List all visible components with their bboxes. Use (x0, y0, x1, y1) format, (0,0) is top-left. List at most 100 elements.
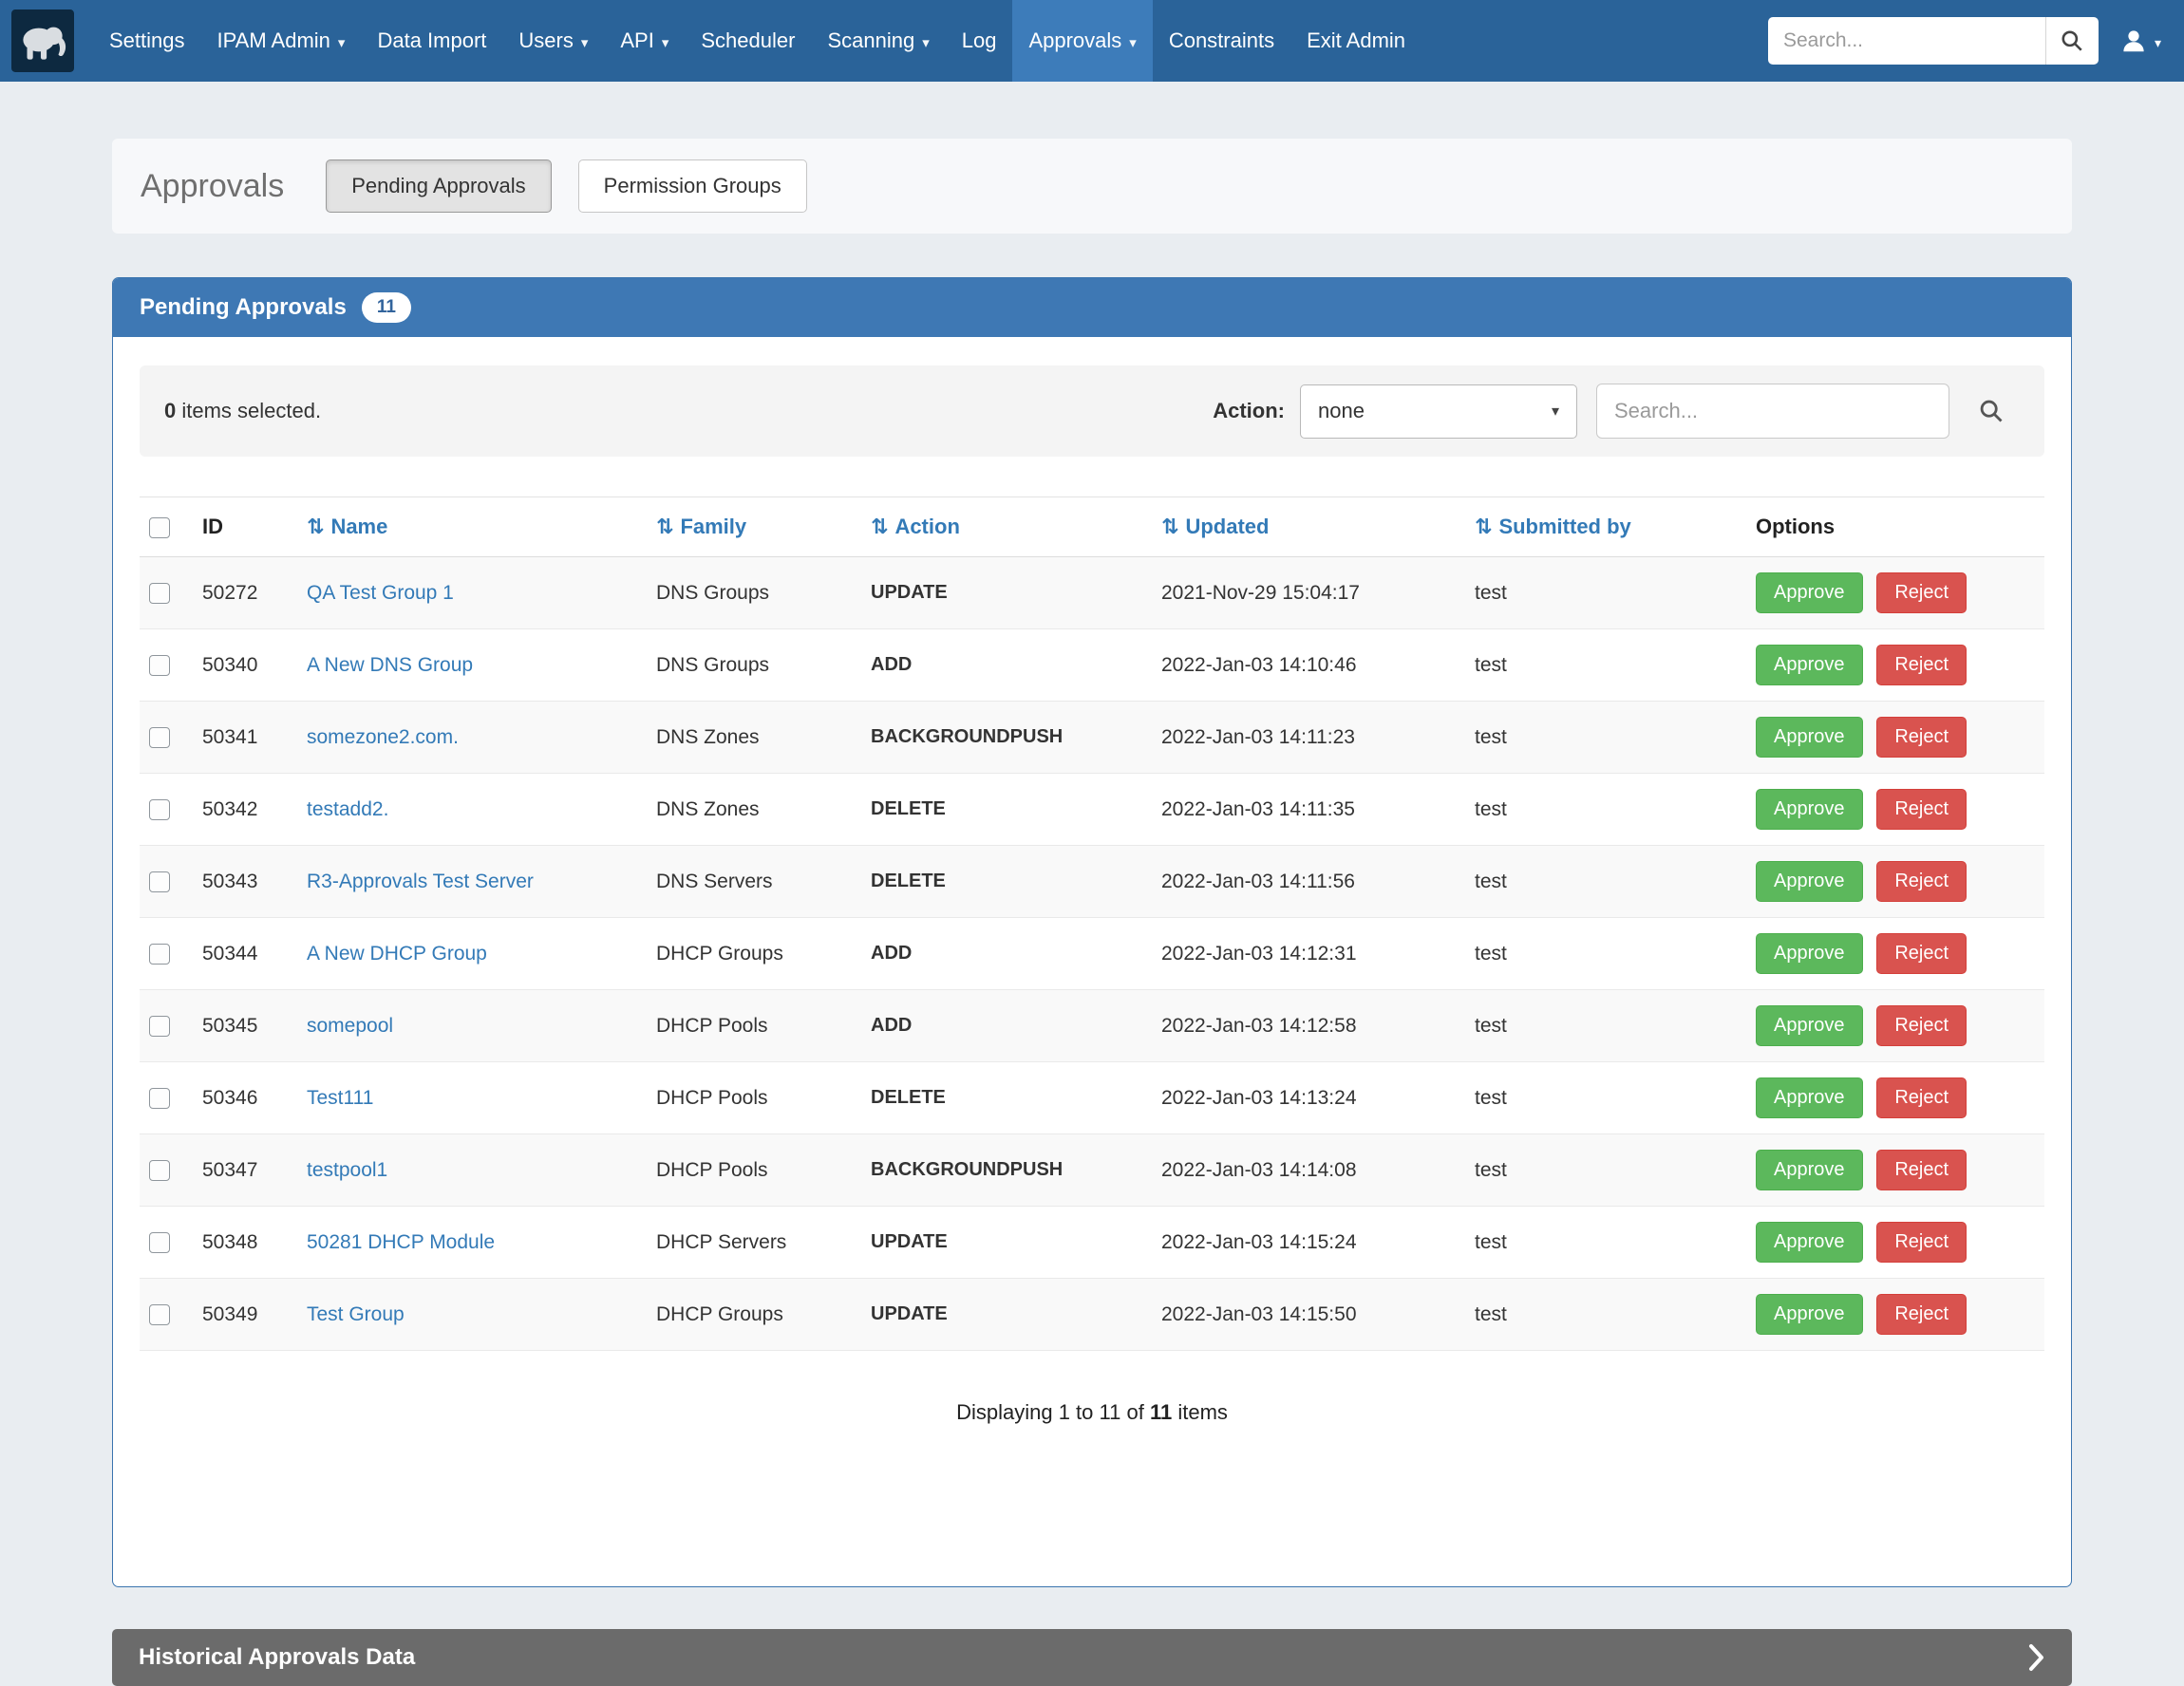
approve-button[interactable]: Approve (1756, 1150, 1863, 1190)
approve-button[interactable]: Approve (1756, 933, 1863, 974)
historical-approvals-bar[interactable]: Historical Approvals Data (112, 1629, 2072, 1686)
nav-item-exit-admin[interactable]: Exit Admin (1290, 0, 1421, 82)
row-id: 50343 (193, 846, 297, 918)
select-all-checkbox[interactable] (149, 517, 170, 538)
nav-item-scanning[interactable]: Scanning ▾ (811, 0, 945, 82)
row-checkbox[interactable] (149, 1232, 170, 1253)
table-search-button[interactable] (1963, 384, 2020, 439)
row-checkbox[interactable] (149, 1160, 170, 1181)
nav-item-users[interactable]: Users ▾ (502, 0, 604, 82)
column-header-submitted-by[interactable]: ⇅Submitted by (1465, 497, 1746, 557)
column-header-updated[interactable]: ⇅Updated (1152, 497, 1465, 557)
row-name-link[interactable]: Test111 (307, 1087, 373, 1109)
column-header-id[interactable]: ID (193, 497, 297, 557)
row-checkbox[interactable] (149, 1304, 170, 1325)
row-name-link[interactable]: QA Test Group 1 (307, 582, 454, 604)
row-name-link[interactable]: A New DNS Group (307, 654, 473, 676)
reject-button[interactable]: Reject (1876, 645, 1967, 685)
reject-button[interactable]: Reject (1876, 1294, 1967, 1335)
nav-item-constraints[interactable]: Constraints (1153, 0, 1290, 82)
mammoth-logo-icon (11, 9, 74, 72)
navbar-right: ▾ (1768, 0, 2167, 82)
approve-button[interactable]: Approve (1756, 1077, 1863, 1118)
approve-button[interactable]: Approve (1756, 789, 1863, 830)
row-id: 50342 (193, 774, 297, 846)
nav-item-approvals[interactable]: Approvals ▾ (1012, 0, 1152, 82)
panel-body: 0 items selected. Action: none ▾ (113, 337, 2071, 1586)
row-checkbox[interactable] (149, 727, 170, 748)
action-select[interactable]: none ▾ (1300, 384, 1577, 439)
chevron-down-icon: ▾ (922, 34, 930, 51)
row-family: DNS Groups (647, 629, 861, 702)
reject-button[interactable]: Reject (1876, 1150, 1967, 1190)
table-search-input[interactable] (1596, 384, 1949, 439)
row-checkbox[interactable] (149, 583, 170, 604)
row-name-link[interactable]: R3-Approvals Test Server (307, 871, 534, 892)
row-name-link[interactable]: somepool (307, 1015, 393, 1037)
reject-button[interactable]: Reject (1876, 933, 1967, 974)
approve-button[interactable]: Approve (1756, 645, 1863, 685)
approve-button[interactable]: Approve (1756, 861, 1863, 902)
approve-button[interactable]: Approve (1756, 572, 1863, 613)
row-updated: 2022-Jan-03 14:13:24 (1152, 1062, 1465, 1134)
row-family: DNS Servers (647, 846, 861, 918)
search-icon (2060, 28, 2084, 53)
reject-button[interactable]: Reject (1876, 717, 1967, 758)
row-updated: 2022-Jan-03 14:15:24 (1152, 1207, 1465, 1279)
row-name-link[interactable]: 50281 DHCP Module (307, 1231, 495, 1253)
row-name-link[interactable]: testadd2. (307, 798, 388, 820)
nav-item-log[interactable]: Log (946, 0, 1013, 82)
table-summary: Displaying 1 to 11 of 11 items (140, 1400, 2044, 1425)
approve-button[interactable]: Approve (1756, 1005, 1863, 1046)
reject-button[interactable]: Reject (1876, 572, 1967, 613)
row-id: 50344 (193, 918, 297, 990)
row-name-link[interactable]: testpool1 (307, 1159, 387, 1181)
chevron-down-icon: ▾ (662, 34, 669, 51)
reject-button[interactable]: Reject (1876, 861, 1967, 902)
approve-button[interactable]: Approve (1756, 1222, 1863, 1263)
chevron-down-icon: ▾ (581, 34, 589, 51)
reject-button[interactable]: Reject (1876, 1222, 1967, 1263)
reject-button[interactable]: Reject (1876, 1077, 1967, 1118)
approve-button[interactable]: Approve (1756, 717, 1863, 758)
row-family: DHCP Servers (647, 1207, 861, 1279)
navbar-search-input[interactable] (1768, 17, 2045, 65)
row-updated: 2021-Nov-29 15:04:17 (1152, 557, 1465, 629)
app-logo[interactable] (11, 9, 74, 72)
row-checkbox[interactable] (149, 1088, 170, 1109)
action-label: Action: (1213, 399, 1285, 423)
reject-button[interactable]: Reject (1876, 789, 1967, 830)
table-row: 50345 somepool DHCP Pools ADD 2022-Jan-0… (140, 990, 2044, 1062)
row-name-link[interactable]: somezone2.com. (307, 726, 459, 748)
sort-icon: ⇅ (1475, 515, 1492, 538)
nav-item-ipam-admin[interactable]: IPAM Admin ▾ (201, 0, 362, 82)
navbar-search-button[interactable] (2045, 17, 2099, 65)
row-checkbox[interactable] (149, 655, 170, 676)
row-checkbox[interactable] (149, 944, 170, 965)
column-header-family[interactable]: ⇅Family (647, 497, 861, 557)
nav-item-data-import[interactable]: Data Import (361, 0, 502, 82)
row-checkbox[interactable] (149, 799, 170, 820)
nav-item-settings[interactable]: Settings (93, 0, 201, 82)
tab-pending-approvals[interactable]: Pending Approvals (326, 159, 551, 213)
nav-item-api[interactable]: API ▾ (604, 0, 685, 82)
row-submitted-by: test (1465, 1134, 1746, 1207)
row-name-link[interactable]: A New DHCP Group (307, 943, 487, 965)
row-id: 50347 (193, 1134, 297, 1207)
user-menu[interactable]: ▾ (2114, 27, 2167, 55)
row-action: ADD (861, 990, 1152, 1062)
toolbar-right: Action: none ▾ (1213, 384, 2020, 439)
row-submitted-by: test (1465, 557, 1746, 629)
row-family: DNS Zones (647, 774, 861, 846)
approve-button[interactable]: Approve (1756, 1294, 1863, 1335)
column-header-name[interactable]: ⇅Name (297, 497, 647, 557)
sort-icon: ⇅ (1161, 515, 1178, 538)
row-checkbox[interactable] (149, 1016, 170, 1037)
tab-permission-groups[interactable]: Permission Groups (578, 159, 807, 213)
row-checkbox[interactable] (149, 871, 170, 892)
reject-button[interactable]: Reject (1876, 1005, 1967, 1046)
nav-item-scheduler[interactable]: Scheduler (685, 0, 811, 82)
row-name-link[interactable]: Test Group (307, 1303, 405, 1325)
approvals-header-card: Approvals Pending Approvals Permission G… (112, 139, 2072, 234)
column-header-action[interactable]: ⇅Action (861, 497, 1152, 557)
